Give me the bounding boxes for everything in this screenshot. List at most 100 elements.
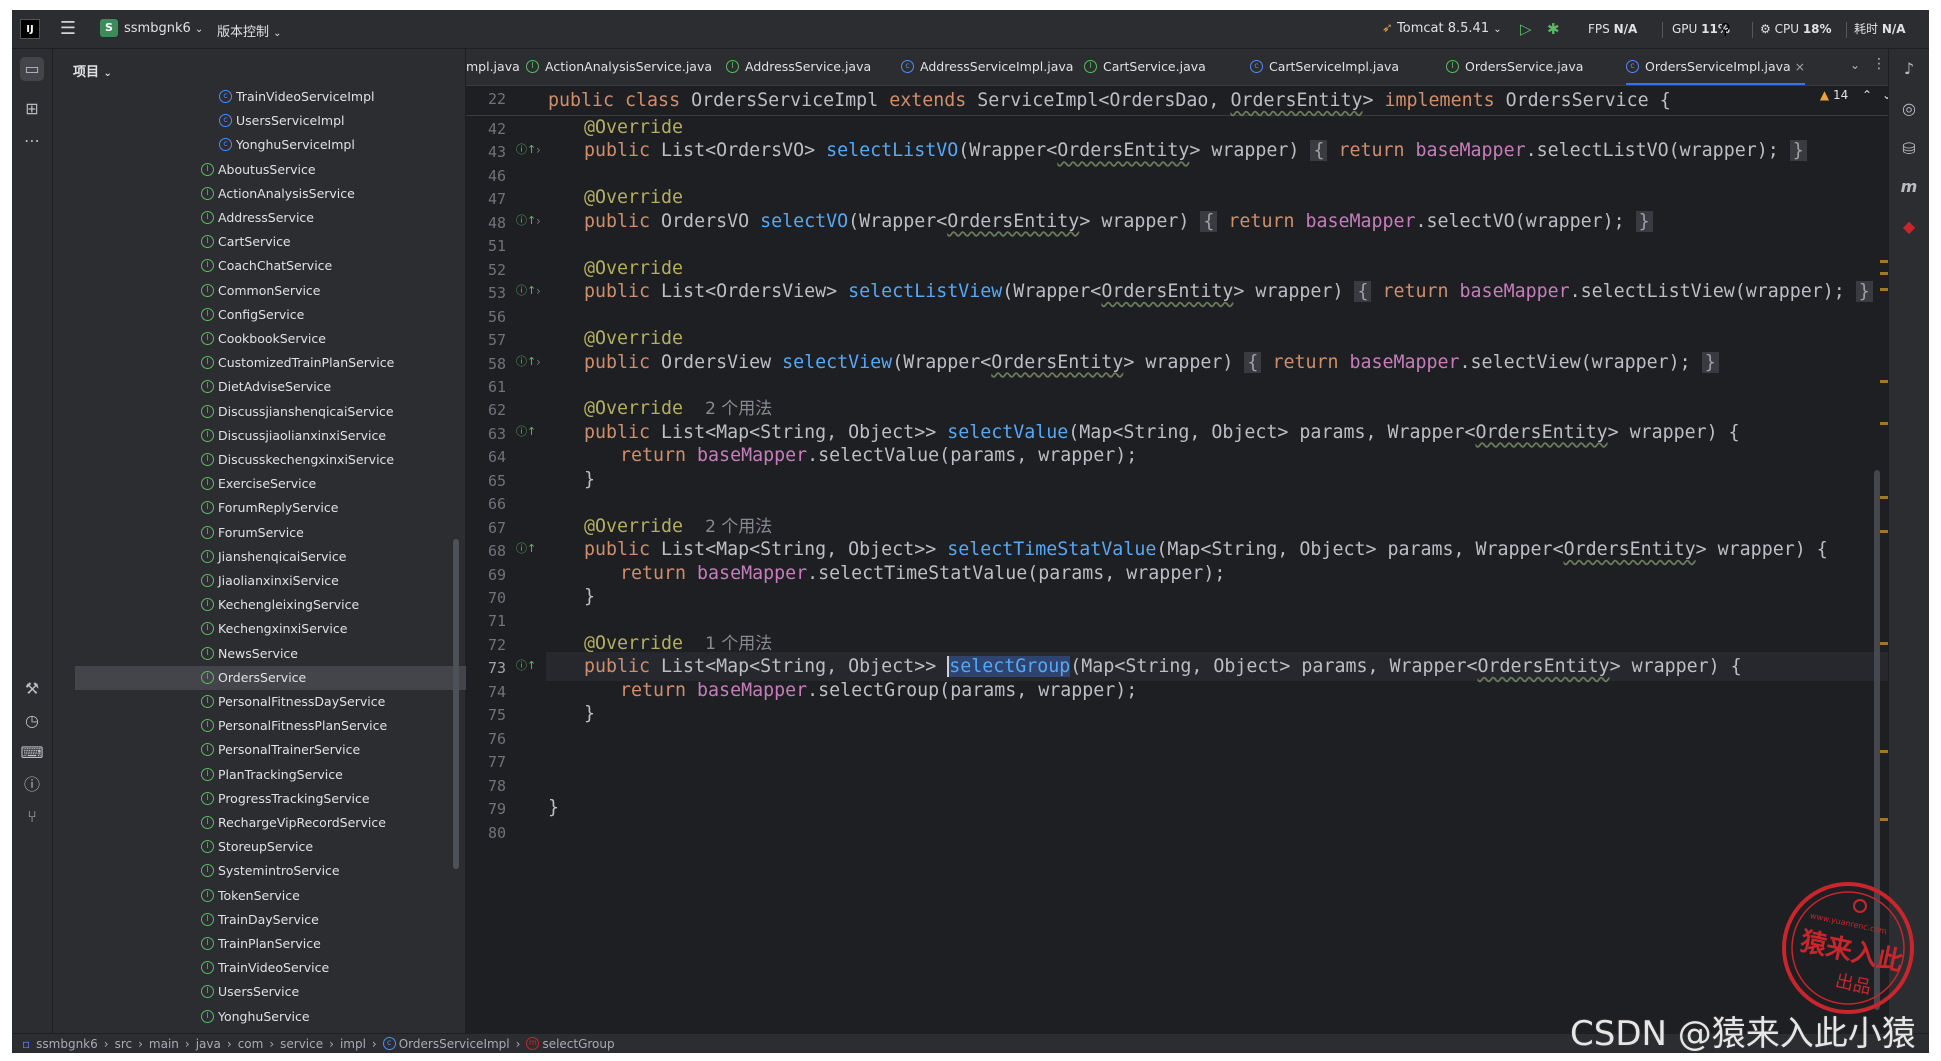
tab-mpl-java[interactable]: mpl.java — [466, 49, 520, 85]
line-number[interactable]: 74 — [466, 683, 506, 701]
code-editor[interactable]: 42 @Override 43 ⓘ↑ › public List<OrdersVO> se… — [466, 86, 1906, 1030]
breadcrumb-item[interactable]: main — [149, 1037, 179, 1051]
notifications-icon[interactable]: ♪ — [1897, 57, 1921, 81]
line-number[interactable]: 71 — [466, 612, 506, 630]
line-number[interactable]: 61 — [466, 378, 506, 396]
line-number[interactable]: 65 — [466, 472, 506, 490]
more-icon[interactable]: ⋯ — [20, 129, 44, 153]
code-token: @Override — [584, 515, 684, 537]
implements-icon[interactable]: ⓘ↑ — [516, 282, 536, 298]
close-icon[interactable]: × — [1791, 59, 1805, 74]
main-menu-icon[interactable]: ☰ — [57, 18, 79, 40]
line-number[interactable]: 77 — [466, 753, 506, 771]
line-number[interactable]: 80 — [466, 824, 506, 842]
line-number[interactable]: 47 — [466, 190, 506, 208]
implements-icon[interactable]: ⓘ↑ — [516, 423, 536, 439]
tree-item-label: ConfigService — [218, 306, 305, 322]
line-number[interactable]: 46 — [466, 167, 506, 185]
git-icon[interactable]: ⑂ — [20, 805, 44, 829]
line-number[interactable]: 66 — [466, 495, 506, 513]
maven-icon[interactable]: m — [1897, 175, 1921, 199]
line-number[interactable]: 48 — [466, 214, 506, 232]
interface-icon: I — [201, 598, 214, 612]
breadcrumb-item[interactable]: selectGroup — [542, 1037, 614, 1051]
line-number[interactable]: 79 — [466, 800, 506, 818]
implements-icon[interactable]: ⓘ↑ — [516, 353, 536, 369]
run-icon[interactable]: ▷ — [1520, 20, 1532, 38]
search-icon[interactable]: ⚲ — [1720, 20, 1731, 38]
breadcrumb-item[interactable]: OrdersServiceImpl — [399, 1037, 510, 1051]
tab-ordersserviceimpl-java[interactable]: c OrdersServiceImpl.java × — [1626, 49, 1806, 85]
code-token: public — [584, 281, 662, 303]
line-number[interactable]: 75 — [466, 706, 506, 724]
code-line: public OrdersVO selectVO(Wrapper<OrdersE… — [584, 207, 1653, 236]
fold-icon[interactable]: › — [536, 284, 541, 298]
implements-icon[interactable]: ⓘ↑ — [516, 212, 536, 228]
fold-icon[interactable]: › — [536, 355, 541, 369]
tab-more-icon[interactable]: ⋮ — [1872, 56, 1886, 72]
ai-assistant-icon[interactable]: ◎ — [1897, 97, 1921, 121]
tab-ordersservice-java[interactable]: I OrdersService.java — [1446, 49, 1583, 85]
line-number[interactable]: 64 — [466, 448, 506, 466]
vcs-menu[interactable]: 版本控制 ⌄ — [217, 21, 282, 40]
code-token: (Wrapper< — [848, 210, 948, 232]
line-number[interactable]: 67 — [466, 519, 506, 537]
line-number[interactable]: 62 — [466, 401, 506, 419]
project-switcher[interactable]: ssmbgnk6 ⌄ — [124, 21, 203, 36]
database-icon[interactable]: ⛁ — [1897, 137, 1921, 161]
inspection-widget[interactable]: ▲ 14 ⌃ ⌄ — [1820, 88, 1892, 102]
project-badge[interactable]: S — [100, 19, 118, 37]
line-number[interactable]: 69 — [466, 566, 506, 584]
line-number[interactable]: 76 — [466, 730, 506, 748]
code-token: baseMapper — [697, 445, 808, 467]
project-panel-title[interactable]: 项目 ⌄ — [73, 61, 112, 80]
breadcrumb-item[interactable]: ssmbgnk6 — [36, 1037, 98, 1051]
plugin-icon[interactable]: ◆ — [1897, 215, 1921, 239]
interface-icon: I — [201, 791, 214, 805]
chevron-up-icon[interactable]: ⌃ — [1862, 88, 1872, 102]
structure-icon[interactable]: ⊞ — [20, 97, 44, 121]
line-number[interactable]: 42 — [466, 120, 506, 138]
line-number[interactable]: 63 — [466, 425, 506, 443]
line-number[interactable]: 68 — [466, 542, 506, 560]
debug-icon[interactable]: ✱ — [1547, 20, 1560, 38]
stamp-line1: 猿来入此 — [1797, 926, 1906, 977]
tab-actionanalysisservice-java[interactable]: I ActionAnalysisService.java — [526, 49, 712, 85]
line-number[interactable]: 53 — [466, 284, 506, 302]
tab-cartservice-java[interactable]: I CartService.java — [1084, 49, 1206, 85]
folder-icon[interactable]: ▭ — [20, 57, 44, 81]
line-number[interactable]: 78 — [466, 777, 506, 795]
tab-overflow-icon[interactable]: ⌄ — [1850, 58, 1860, 72]
tab-addressservice-java[interactable]: I AddressService.java — [726, 49, 871, 85]
line-number[interactable]: 52 — [466, 261, 506, 279]
breadcrumb-item[interactable]: impl — [340, 1037, 366, 1051]
line-number[interactable]: 70 — [466, 589, 506, 607]
scrollbar[interactable] — [453, 539, 459, 869]
line-number[interactable]: 72 — [466, 636, 506, 654]
tree-item-label: YonghuService — [218, 1008, 310, 1024]
fold-icon[interactable]: › — [536, 143, 541, 157]
line-number[interactable]: 73 — [466, 659, 506, 677]
line-number[interactable]: 56 — [466, 308, 506, 326]
line-number[interactable]: 58 — [466, 355, 506, 373]
line-number[interactable]: 43 — [466, 143, 506, 161]
tab-addressserviceimpl-java[interactable]: c AddressServiceImpl.java — [901, 49, 1073, 85]
build-icon[interactable]: ⚒ — [20, 677, 44, 701]
line-number[interactable]: 57 — [466, 331, 506, 349]
breadcrumb-item[interactable]: src — [115, 1037, 133, 1051]
fold-icon[interactable]: › — [536, 214, 541, 228]
line-number[interactable]: 51 — [466, 237, 506, 255]
breadcrumb-item[interactable]: java — [196, 1037, 221, 1051]
implements-icon[interactable]: ⓘ↑ — [516, 657, 536, 673]
implements-icon[interactable]: ⓘ↑ — [516, 141, 536, 157]
services-icon[interactable]: ◷ — [20, 709, 44, 733]
intellij-logo[interactable]: IJ — [20, 19, 40, 39]
implements-icon[interactable]: ⓘ↑ — [516, 540, 536, 556]
tab-cartserviceimpl-java[interactable]: c CartServiceImpl.java — [1250, 49, 1399, 85]
breadcrumb-item[interactable]: service — [280, 1037, 323, 1051]
problems-icon[interactable]: ⓘ — [20, 773, 44, 797]
breadcrumb-item[interactable]: com — [238, 1037, 264, 1051]
run-config-selector[interactable]: ➶ Tomcat 8.5.41 ⌄ — [1382, 10, 1502, 48]
terminal-icon[interactable]: ⌨ — [20, 741, 44, 765]
